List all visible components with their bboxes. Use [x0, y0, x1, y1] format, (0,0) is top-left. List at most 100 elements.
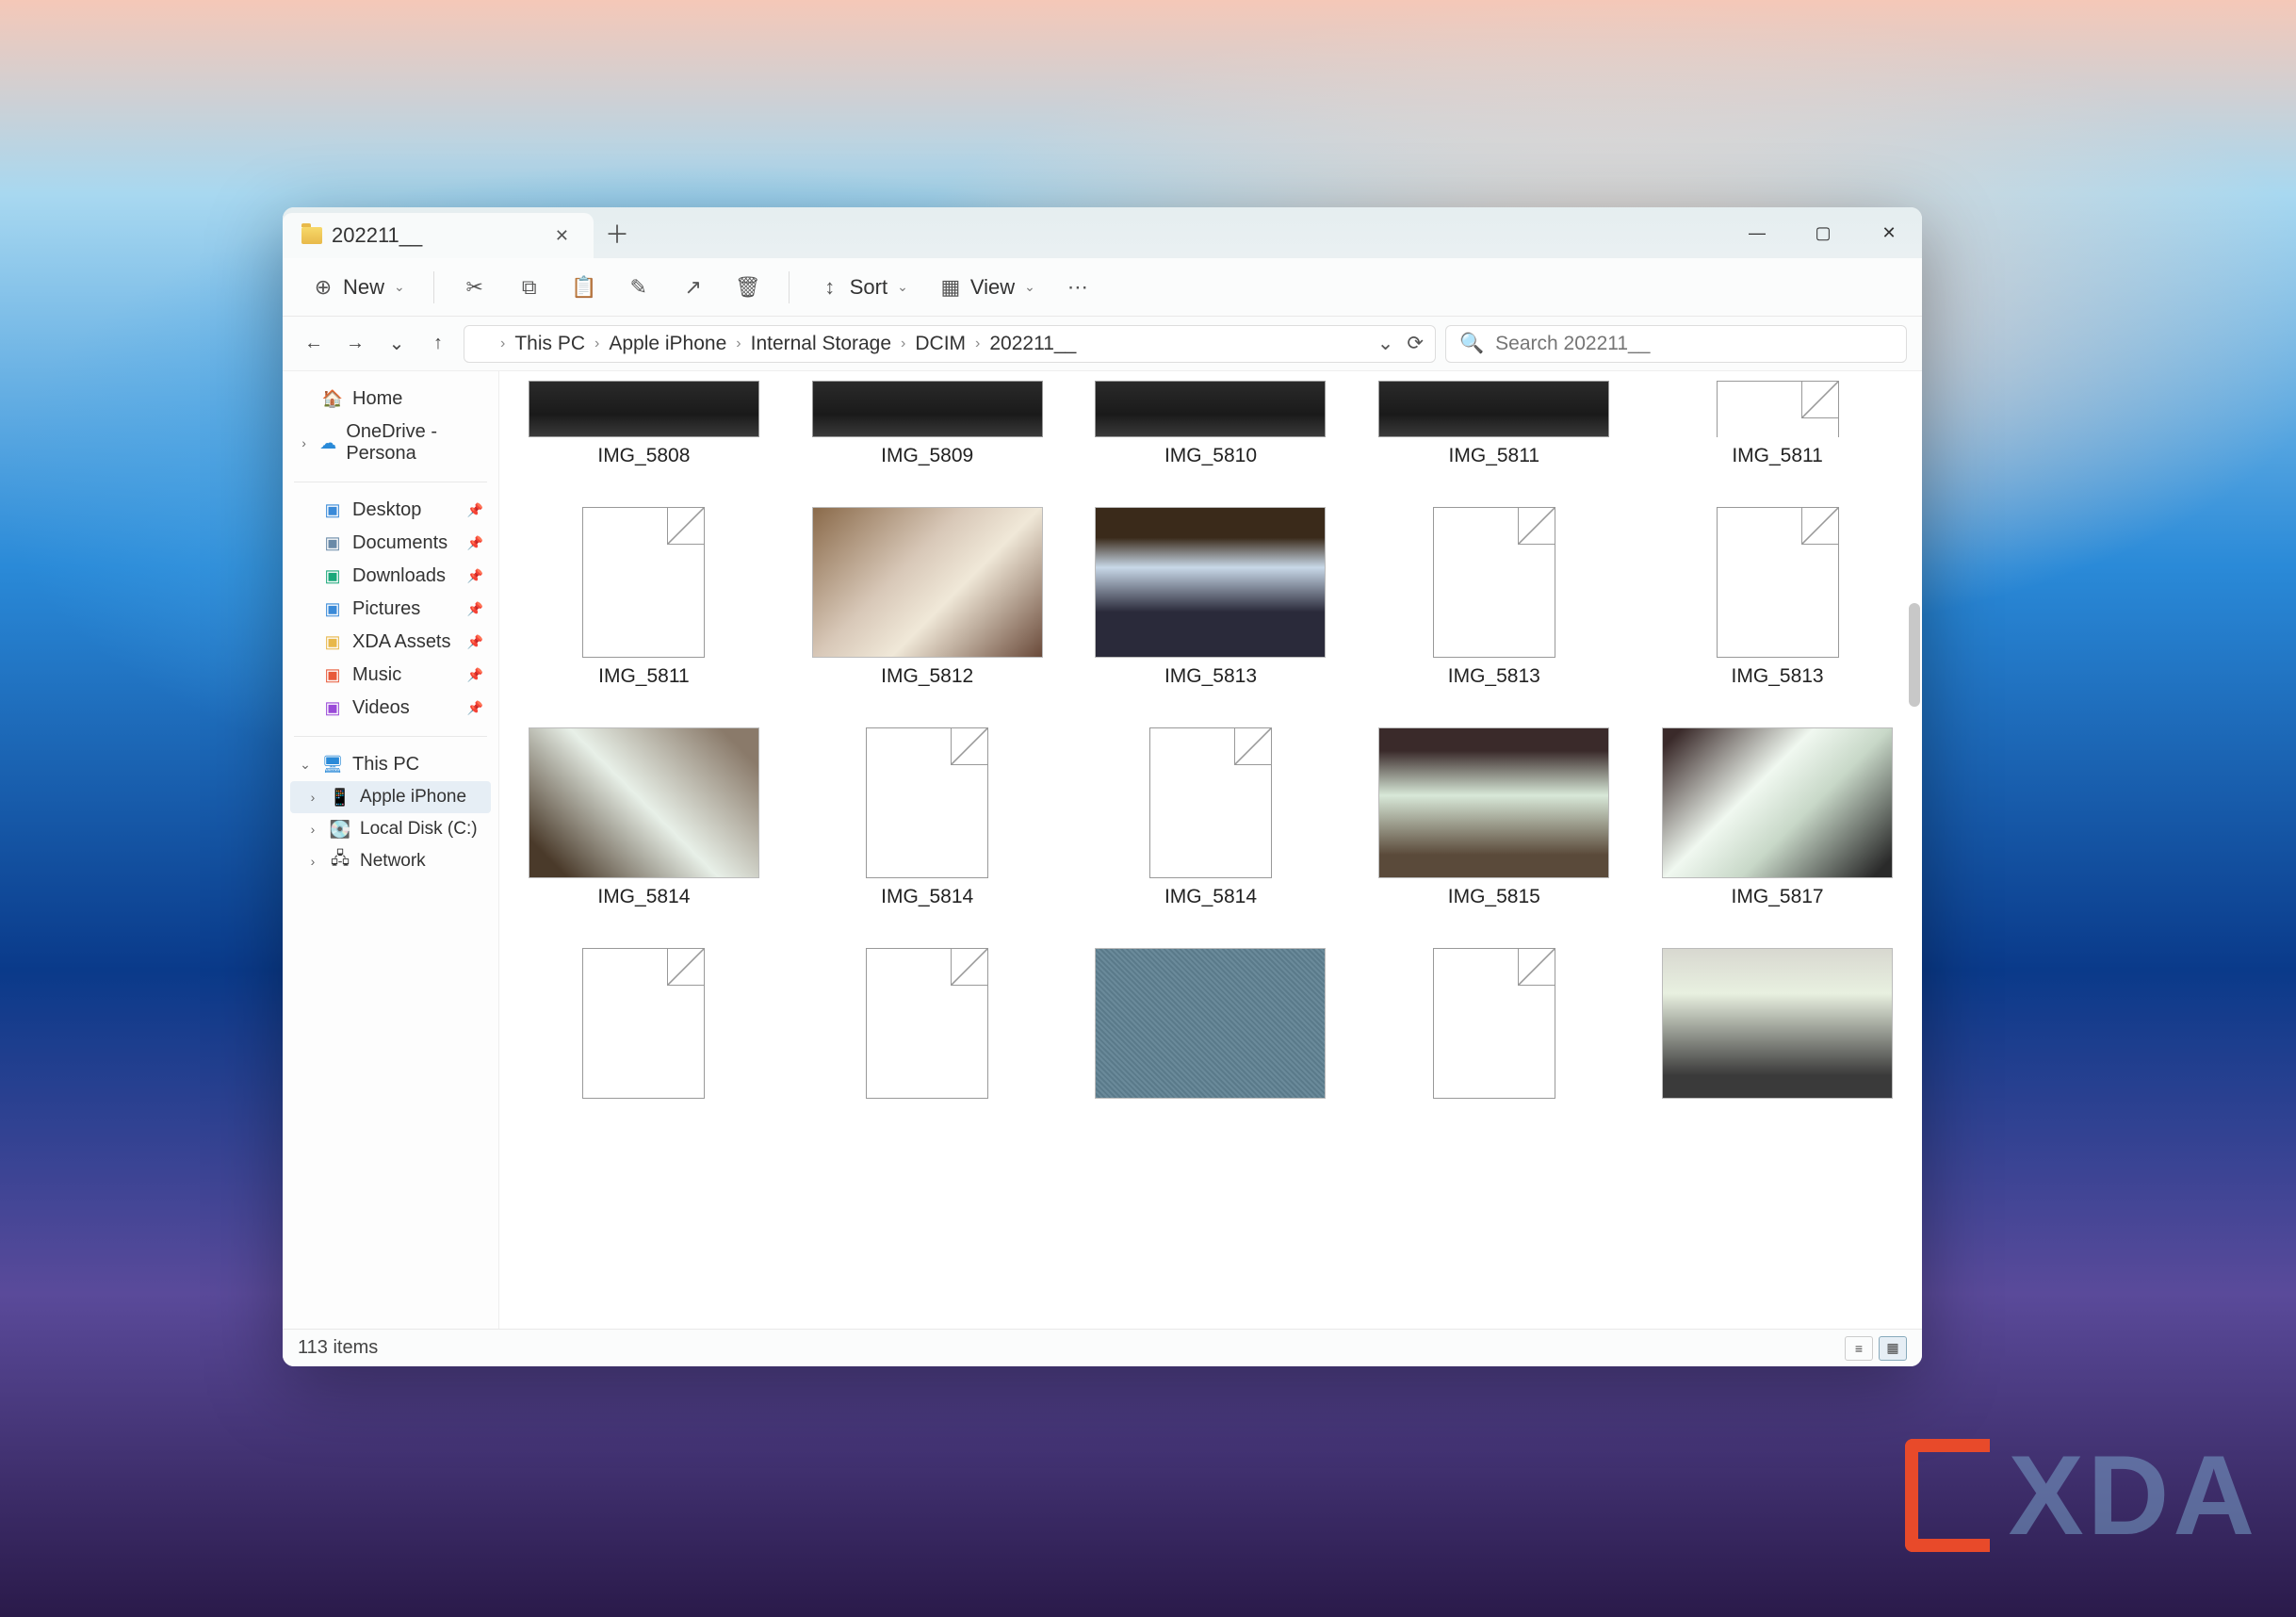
tab-current[interactable]: 202211__ ✕: [283, 213, 594, 258]
file-item[interactable]: IMG_5815: [1366, 722, 1621, 914]
sidebar-quick-desktop[interactable]: ▣ Desktop 📌: [290, 494, 491, 527]
pin-icon: 📌: [467, 502, 483, 518]
share-button[interactable]: ↗: [670, 268, 717, 307]
cut-button[interactable]: ✂: [451, 268, 498, 307]
more-button[interactable]: ⋯: [1054, 268, 1101, 307]
chevron-right-icon[interactable]: ›: [305, 822, 320, 837]
device-icon: 💽: [330, 819, 350, 840]
sidebar-label: Apple iPhone: [360, 787, 466, 808]
tab-title: 202211__: [332, 223, 422, 248]
file-item[interactable]: IMG_5812: [800, 501, 1055, 694]
file-item[interactable]: IMG_5813: [1083, 501, 1339, 694]
breadcrumb[interactable]: › This PC › Apple iPhone › Internal Stor…: [464, 325, 1436, 363]
sidebar-item-this-pc[interactable]: ⌄ 🖥 This PC: [290, 748, 491, 781]
breadcrumb-segment[interactable]: DCIM: [911, 331, 969, 357]
file-name: IMG_5809: [881, 445, 973, 467]
pin-icon: 📌: [467, 667, 483, 683]
close-window-button[interactable]: ✕: [1856, 207, 1922, 258]
generic-file-icon: [1433, 507, 1555, 658]
generic-file-icon: [866, 948, 988, 1099]
sidebar-item-apple-iphone[interactable]: › 📱 Apple iPhone: [290, 781, 491, 813]
breadcrumb-segment[interactable]: Internal Storage: [747, 331, 895, 357]
refresh-button[interactable]: ⟳: [1407, 332, 1424, 355]
folder-icon: ▣: [322, 599, 343, 620]
file-item[interactable]: [800, 942, 1055, 1104]
chevron-down-icon[interactable]: ⌄: [298, 757, 313, 773]
delete-button[interactable]: 🗑: [725, 268, 772, 307]
file-name: IMG_5817: [1732, 886, 1824, 908]
search-input[interactable]: [1495, 333, 1893, 355]
view-button[interactable]: ▦ View ⌄: [927, 268, 1047, 307]
chevron-right-icon[interactable]: ›: [305, 854, 320, 869]
sidebar-item-onedrive[interactable]: › ☁ OneDrive - Persona: [290, 416, 491, 470]
breadcrumb-segment[interactable]: This PC: [511, 331, 589, 357]
sidebar-quick-videos[interactable]: ▣ Videos 📌: [290, 692, 491, 725]
folder-icon: ▣: [322, 566, 343, 587]
device-icon: 📱: [330, 787, 350, 808]
rename-button[interactable]: ✎: [615, 268, 662, 307]
file-grid-area[interactable]: IMG_5808 IMG_5809 IMG_5810 IMG_5811 IMG_…: [499, 371, 1922, 1329]
maximize-button[interactable]: ▢: [1790, 207, 1856, 258]
new-tab-button[interactable]: ＋: [594, 207, 641, 258]
breadcrumb-segment[interactable]: Apple iPhone: [605, 331, 730, 357]
sidebar-quick-downloads[interactable]: ▣ Downloads 📌: [290, 560, 491, 593]
file-item[interactable]: IMG_5811: [516, 501, 772, 694]
sidebar-quick-documents[interactable]: ▣ Documents 📌: [290, 527, 491, 560]
file-item[interactable]: IMG_5814: [516, 722, 772, 914]
chevron-right-icon[interactable]: ›: [305, 790, 320, 805]
image-thumbnail: [812, 507, 1043, 658]
forward-button[interactable]: →: [339, 328, 371, 360]
minimize-button[interactable]: —: [1724, 207, 1790, 258]
navigation-sidebar: 🏠 Home › ☁ OneDrive - Persona ▣ Desktop …: [283, 371, 499, 1329]
file-item[interactable]: IMG_5814: [800, 722, 1055, 914]
sidebar-item-network[interactable]: › 🖧 Network: [290, 845, 491, 877]
sidebar-quick-pictures[interactable]: ▣ Pictures 📌: [290, 593, 491, 626]
copy-icon: ⧉: [517, 275, 542, 300]
sort-button[interactable]: ↕ Sort ⌄: [806, 268, 920, 307]
file-name: IMG_5813: [1164, 665, 1257, 688]
file-item[interactable]: IMG_5808: [516, 375, 772, 473]
file-item[interactable]: IMG_5813: [1366, 501, 1621, 694]
item-count: 113 items: [298, 1337, 378, 1359]
sidebar-quick-music[interactable]: ▣ Music 📌: [290, 659, 491, 692]
file-item[interactable]: IMG_5817: [1650, 722, 1905, 914]
file-item[interactable]: IMG_5809: [800, 375, 1055, 473]
file-name: IMG_5814: [1164, 886, 1257, 908]
tab-close-button[interactable]: ✕: [547, 219, 577, 253]
paste-button[interactable]: 📋: [561, 268, 608, 307]
file-item[interactable]: [1083, 942, 1339, 1104]
large-icons-view-button[interactable]: ▦: [1879, 1336, 1907, 1361]
image-thumbnail: [529, 727, 759, 878]
generic-file-icon: [1433, 948, 1555, 1099]
up-button[interactable]: ↑: [422, 328, 454, 360]
sidebar-quick-xda-assets[interactable]: ▣ XDA Assets 📌: [290, 626, 491, 659]
new-button[interactable]: ⊕ New ⌄: [300, 268, 416, 307]
file-item[interactable]: IMG_5813: [1650, 501, 1905, 694]
chevron-down-icon: ⌄: [394, 279, 405, 295]
file-item[interactable]: [1366, 942, 1621, 1104]
file-item[interactable]: [1650, 942, 1905, 1104]
file-item[interactable]: IMG_5810: [1083, 375, 1339, 473]
details-view-button[interactable]: ≡: [1845, 1336, 1873, 1361]
search-box[interactable]: 🔍: [1445, 325, 1907, 363]
copy-button[interactable]: ⧉: [506, 268, 553, 307]
chevron-down-icon: ⌄: [897, 279, 908, 295]
scrollbar-thumb[interactable]: [1909, 603, 1920, 707]
sidebar-item-local-disk-c-[interactable]: › 💽 Local Disk (C:): [290, 813, 491, 845]
folder-icon: ▣: [322, 500, 343, 521]
folder-icon: ▣: [322, 665, 343, 686]
recent-locations-button[interactable]: ⌄: [381, 328, 413, 360]
history-dropdown-button[interactable]: ⌄: [1377, 332, 1394, 355]
chevron-right-icon[interactable]: ›: [298, 435, 310, 450]
file-item[interactable]: IMG_5814: [1083, 722, 1339, 914]
file-item[interactable]: IMG_5811: [1650, 375, 1905, 473]
breadcrumb-segment[interactable]: 202211__: [985, 331, 1080, 357]
sidebar-item-home[interactable]: 🏠 Home: [290, 383, 491, 416]
clipboard-icon: 📋: [572, 275, 596, 300]
back-button[interactable]: ←: [298, 328, 330, 360]
chevron-right-icon: ›: [901, 335, 905, 352]
file-item[interactable]: [516, 942, 772, 1104]
file-name: IMG_5810: [1164, 445, 1257, 467]
command-toolbar: ⊕ New ⌄ ✂ ⧉ 📋 ✎ ↗ 🗑 ↕ Sort ⌄ ▦ View ⌄ ⋯: [283, 258, 1922, 317]
file-item[interactable]: IMG_5811: [1366, 375, 1621, 473]
